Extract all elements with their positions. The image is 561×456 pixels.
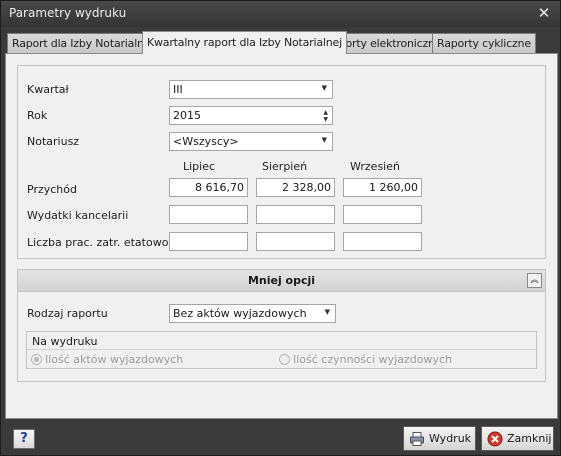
liczba-prac-field-2[interactable] <box>256 232 335 251</box>
printer-icon <box>410 432 424 446</box>
month-header-1: Lipiec <box>183 160 216 173</box>
liczba-prac-label: Liczba prac. zatr. etatowo <box>27 236 169 249</box>
tab-raport-izba[interactable]: Raport dla Izby Notarialnej <box>7 33 159 54</box>
wydatki-field-1[interactable] <box>169 205 248 224</box>
report-params-group: Kwartał III ▼ Rok 2015 ▲ ▼ Notariusz <Ws… <box>17 65 546 259</box>
przychod-value-3: 1 260,00 <box>369 181 418 194</box>
na-wydruku-group: Na wydruku Ilość aktów wyjazdowych Ilość… <box>26 331 537 369</box>
tab-strip: Raport dla Izby Notarialnej Kwartalny ra… <box>5 31 558 54</box>
close-button-label: Zamknij <box>507 432 552 445</box>
notariusz-label: Notariusz <box>27 135 80 148</box>
double-chevron-up-icon[interactable]: ︽ <box>527 273 542 288</box>
kwartal-combo[interactable]: III ▼ <box>169 80 333 99</box>
wydatki-label: Wydatki kancelarii <box>27 209 129 222</box>
radio-ilosc-czynnosci[interactable]: Ilość czynności wyjazdowych <box>279 353 452 366</box>
radio-unselected-icon <box>279 354 290 365</box>
close-icon[interactable]: ✕ <box>536 4 552 22</box>
tab-raporty-cykliczne[interactable]: Raporty cykliczne <box>432 33 536 54</box>
spin-up-icon[interactable]: ▲ <box>323 109 328 116</box>
radio-ilosc-aktow-label: Ilość aktów wyjazdowych <box>45 353 184 366</box>
wydatki-field-3[interactable] <box>343 205 422 224</box>
section-header[interactable]: Mniej opcji ︽ <box>18 270 545 292</box>
help-icon: ? <box>20 431 28 446</box>
na-wydruku-label: Na wydruku <box>32 335 98 348</box>
print-button-label: Wydruk <box>429 432 472 445</box>
divider <box>27 349 536 350</box>
section-title: Mniej opcji <box>247 274 316 287</box>
radio-selected-icon <box>31 354 42 365</box>
close-button[interactable]: Zamknij <box>481 426 554 451</box>
rok-value: 2015 <box>173 109 201 122</box>
liczba-prac-field-3[interactable] <box>343 232 422 251</box>
rodzaj-raportu-combo[interactable]: Bez aktów wyjazdowych ▼ <box>169 304 336 323</box>
chevron-down-icon: ▼ <box>321 84 327 92</box>
spin-down-icon[interactable]: ▼ <box>323 116 328 123</box>
print-button[interactable]: Wydruk <box>403 426 476 451</box>
rok-spinner[interactable]: 2015 ▲ ▼ <box>169 106 333 125</box>
month-header-2: Sierpień <box>262 160 308 173</box>
radio-ilosc-aktow[interactable]: Ilość aktów wyjazdowych <box>31 353 183 366</box>
less-options-section: Mniej opcji ︽ Rodzaj raportu Bez aktów w… <box>17 269 546 382</box>
kwartal-label: Kwartał <box>27 83 69 96</box>
przychod-label: Przychód <box>27 183 77 196</box>
chevron-down-icon: ▼ <box>321 136 327 144</box>
window-title: Parametry wydruku <box>9 6 127 20</box>
wydatki-field-2[interactable] <box>256 205 335 224</box>
przychod-value-1: 8 616,70 <box>195 181 244 194</box>
kwartal-value: III <box>173 83 183 96</box>
rok-label: Rok <box>27 109 48 122</box>
rodzaj-raportu-value: Bez aktów wyjazdowych <box>173 307 307 320</box>
rodzaj-raportu-label: Rodzaj raportu <box>27 307 108 320</box>
help-button[interactable]: ? <box>13 429 35 449</box>
przychod-value-2: 2 328,00 <box>282 181 331 194</box>
liczba-prac-field-1[interactable] <box>169 232 248 251</box>
notariusz-value: <Wszyscy> <box>173 135 239 148</box>
tab-kwartalny-raport[interactable]: Kwartalny raport dla Izby Notarialnej <box>142 31 347 54</box>
dialog-window: Parametry wydruku ✕ Raport dla Izby Nota… <box>0 0 561 456</box>
notariusz-combo[interactable]: <Wszyscy> ▼ <box>169 132 333 151</box>
month-header-3: Wrzesień <box>350 160 400 173</box>
chevron-down-icon: ▼ <box>324 308 330 316</box>
title-bar: Parametry wydruku ✕ <box>1 1 560 27</box>
przychod-field-3[interactable]: 1 260,00 <box>343 178 422 197</box>
przychod-field-1[interactable]: 8 616,70 <box>169 178 248 197</box>
cancel-icon <box>487 431 503 447</box>
przychod-field-2[interactable]: 2 328,00 <box>256 178 335 197</box>
tab-content-panel: Kwartał III ▼ Rok 2015 ▲ ▼ Notariusz <Ws… <box>5 53 558 419</box>
radio-ilosc-czynnosci-label: Ilość czynności wyjazdowych <box>293 353 452 366</box>
